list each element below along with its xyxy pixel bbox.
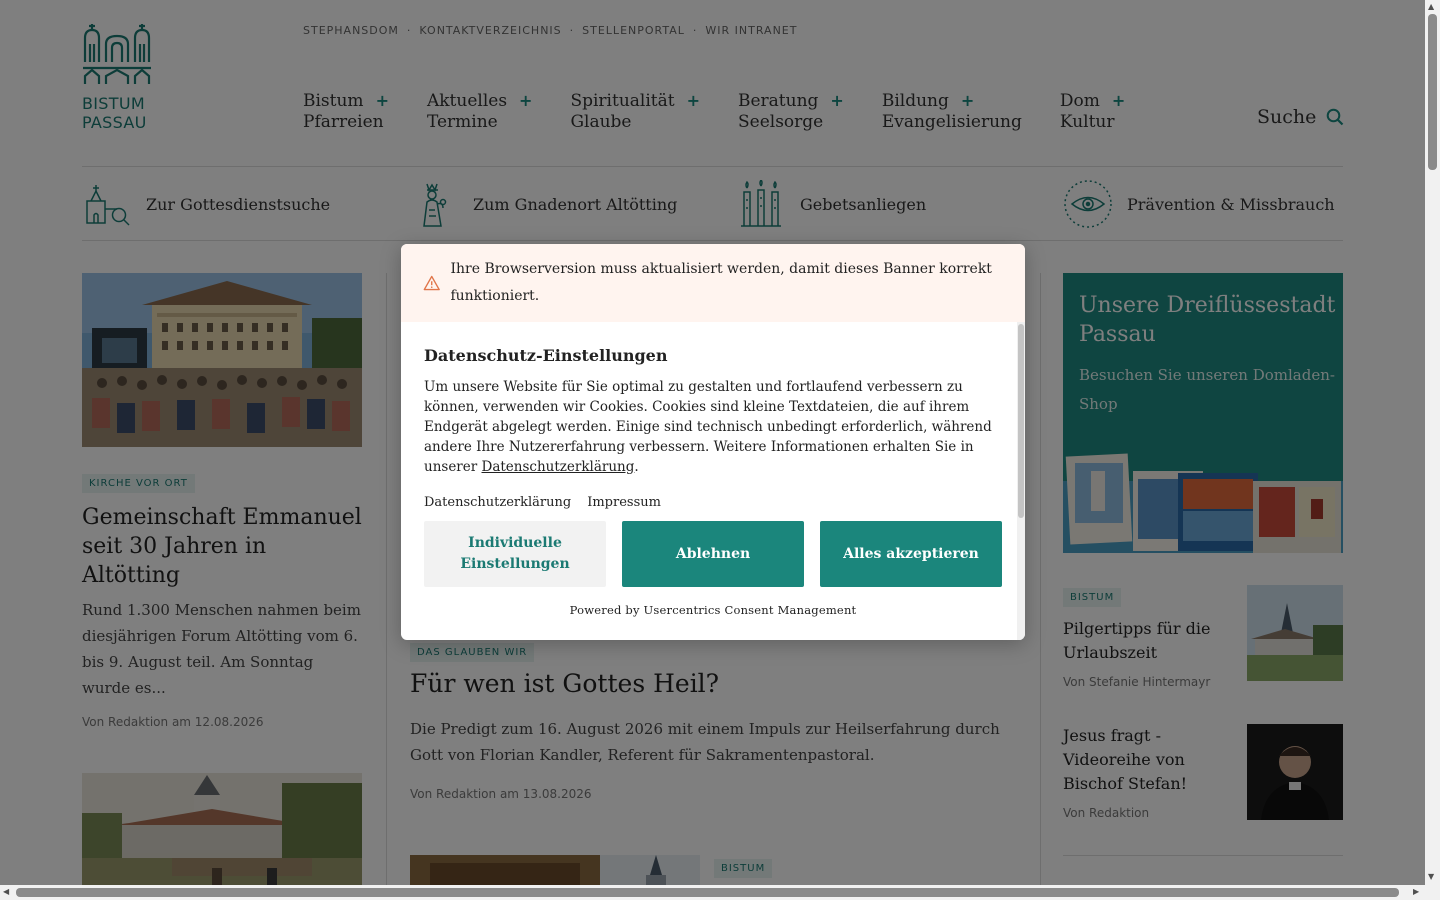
consent-links: Datenschutzerklärung Impressum — [424, 495, 1002, 510]
horizontal-scrollbar-thumb[interactable] — [16, 888, 1399, 897]
scroll-down-arrow-icon[interactable]: ▼ — [1428, 872, 1434, 881]
privacy-policy-inline-link[interactable]: Datenschutzerklärung — [482, 459, 635, 475]
consent-buttons: Individuelle Einstellungen Ablehnen Alle… — [424, 521, 1002, 587]
scroll-left-arrow-icon[interactable]: ◀ — [3, 887, 9, 896]
dialog-scrollbar[interactable] — [1017, 322, 1025, 640]
consent-text-end: . — [634, 459, 639, 475]
accept-all-button[interactable]: Alles akzeptieren — [820, 521, 1002, 587]
warning-icon — [423, 275, 440, 291]
browser-warning-text: Ihre Browserversion muss aktualisiert we… — [450, 261, 992, 304]
imprint-link[interactable]: Impressum — [587, 495, 661, 510]
dialog-scrollbar-thumb[interactable] — [1018, 324, 1024, 518]
page: BISTUM PASSAU STEPHANSDOM · KONTAKTVERZE… — [0, 0, 1425, 885]
individual-settings-button[interactable]: Individuelle Einstellungen — [424, 521, 606, 587]
scroll-up-arrow-icon[interactable]: ▲ — [1428, 2, 1434, 11]
privacy-policy-link[interactable]: Datenschutzerklärung — [424, 495, 571, 510]
vertical-scrollbar[interactable]: ▲ ▼ — [1425, 0, 1440, 900]
browser-warning-banner: Ihre Browserversion muss aktualisiert we… — [401, 244, 1025, 322]
vertical-scrollbar-thumb[interactable] — [1428, 14, 1437, 170]
powered-by-text: Powered by Usercentrics Consent Manageme… — [569, 603, 857, 617]
horizontal-scrollbar[interactable]: ◀ ▶ — [0, 885, 1425, 900]
cookie-consent-dialog: Ihre Browserversion muss aktualisiert we… — [401, 244, 1025, 640]
decline-button[interactable]: Ablehnen — [622, 521, 804, 587]
consent-text: Um unsere Website für Sie optimal zu ges… — [424, 377, 1002, 477]
consent-body: Datenschutz-Einstellungen Um unsere Webs… — [401, 322, 1025, 617]
scroll-right-arrow-icon[interactable]: ▶ — [1413, 887, 1419, 896]
consent-title: Datenschutz-Einstellungen — [424, 346, 668, 365]
